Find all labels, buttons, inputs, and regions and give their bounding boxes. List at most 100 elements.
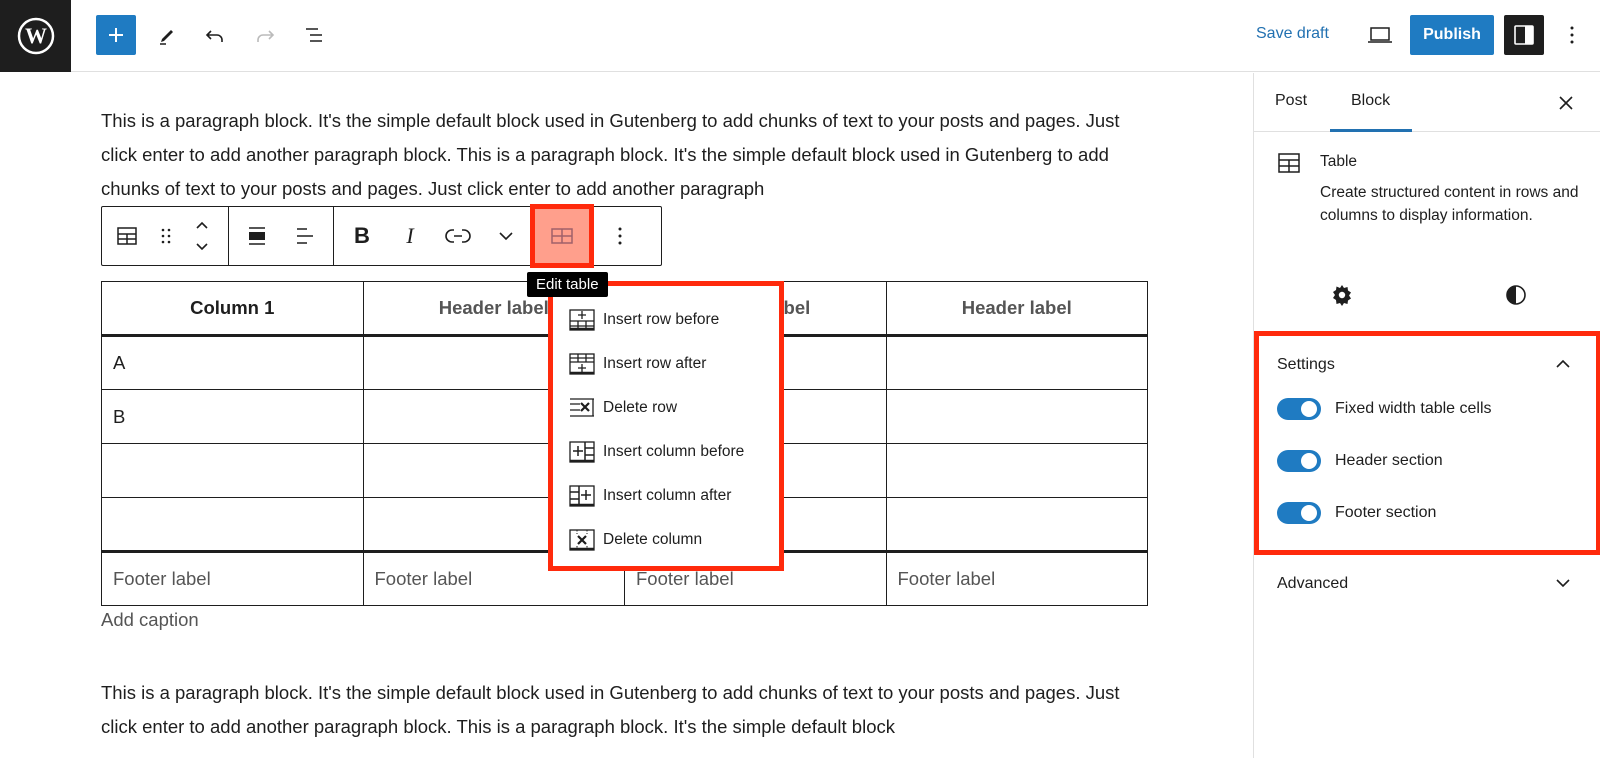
block-inspector-tabs [1254, 283, 1600, 323]
contrast-icon [1506, 285, 1526, 305]
toggle-switch[interactable] [1277, 398, 1321, 420]
settings-sidebar: Post Block Table Create structured conte… [1253, 73, 1600, 758]
paragraph-block[interactable]: This is a paragraph block. It's the simp… [101, 676, 1141, 744]
list-view-button[interactable] [295, 15, 335, 55]
italic-button[interactable]: I [386, 207, 434, 265]
table-row-delete-icon [570, 398, 594, 417]
menu-item-label: Delete column [603, 531, 703, 548]
undo-icon [205, 30, 223, 42]
menu-item-insert-row-after[interactable]: Insert row after [553, 342, 779, 386]
table-column-after-icon [569, 485, 595, 507]
advanced-panel[interactable]: Advanced [1254, 557, 1600, 627]
edit-table-menu: Insert row before Insert row after Delet… [548, 281, 784, 571]
undo-button[interactable] [195, 15, 235, 55]
preview-button[interactable] [1360, 15, 1400, 55]
settings-panel-title[interactable]: Settings [1277, 356, 1335, 374]
add-block-button[interactable] [96, 15, 136, 55]
editor-canvas: This is a paragraph block. It's the simp… [0, 73, 1253, 758]
move-up-down-icon [196, 221, 208, 251]
toolbar-group-block [102, 207, 229, 265]
sidebar-icon [1514, 25, 1534, 45]
pencil-icon [160, 30, 173, 45]
table-cell[interactable] [101, 497, 364, 552]
table-cell[interactable]: B [101, 389, 364, 444]
drag-handle[interactable] [148, 207, 184, 265]
toolbar-group-align [229, 207, 334, 265]
settings-tab[interactable] [1330, 283, 1354, 312]
table-footer-cell[interactable]: Footer label [101, 551, 364, 606]
toggle-switch[interactable] [1277, 450, 1321, 472]
sidebar-tabs: Post Block [1254, 73, 1600, 132]
edit-table-icon [551, 228, 573, 244]
table-header-cell[interactable]: Header label [885, 281, 1148, 336]
styles-tab[interactable] [1504, 283, 1528, 312]
table-icon [1278, 153, 1300, 173]
advanced-panel-title[interactable]: Advanced [1277, 575, 1348, 593]
chevron-up-icon[interactable] [1555, 356, 1571, 372]
redo-button[interactable] [245, 15, 285, 55]
redo-icon [257, 30, 275, 42]
publish-button[interactable]: Publish [1410, 15, 1494, 55]
table-caption-input[interactable]: Add caption [101, 609, 199, 631]
svg-text:W: W [25, 23, 47, 48]
table-cell[interactable] [885, 497, 1148, 552]
wordpress-logo[interactable]: W [0, 0, 71, 72]
table-cell[interactable] [101, 443, 364, 498]
menu-item-label: Insert row after [603, 355, 707, 372]
paragraph-block[interactable]: This is a paragraph block. It's the simp… [101, 104, 1141, 206]
active-tab-indicator [1330, 129, 1412, 132]
gear-icon [1333, 285, 1351, 306]
toggle-switch[interactable] [1277, 502, 1321, 524]
block-type-button[interactable] [106, 207, 148, 265]
toggle-fixed-width-cells[interactable]: Fixed width table cells [1277, 398, 1492, 420]
menu-item-label: Delete row [603, 399, 678, 416]
link-button[interactable] [434, 207, 482, 265]
settings-sidebar-toggle[interactable] [1504, 15, 1544, 55]
table-header-cell[interactable]: Column 1 [101, 281, 364, 336]
table-footer-cell[interactable]: Footer label [885, 551, 1148, 606]
table-cell[interactable]: A [101, 335, 364, 390]
toggle-footer-section[interactable]: Footer section [1277, 502, 1436, 524]
menu-item-delete-column[interactable]: Delete column [553, 518, 779, 562]
laptop-icon [1368, 27, 1392, 43]
move-up-down-button[interactable] [184, 207, 220, 265]
align-text-button[interactable] [281, 207, 329, 265]
tab-block[interactable]: Block [1351, 92, 1390, 110]
bold-icon: B [354, 223, 370, 248]
save-draft-button[interactable]: Save draft [1256, 25, 1329, 43]
toolbar-group-format: B I [334, 204, 650, 268]
close-sidebar-button[interactable] [1554, 91, 1578, 115]
table-icon [117, 227, 137, 245]
more-options-icon [618, 227, 622, 245]
toggle-header-section[interactable]: Header section [1277, 450, 1443, 472]
menu-item-delete-row[interactable]: Delete row [553, 386, 779, 430]
table-column-delete-icon [569, 529, 595, 551]
toggle-label: Header section [1335, 452, 1443, 469]
menu-item-insert-column-before[interactable]: Insert column before [553, 430, 779, 474]
tab-post[interactable]: Post [1275, 92, 1307, 110]
menu-item-insert-row-before[interactable]: Insert row before [553, 298, 779, 342]
bold-button[interactable]: B [338, 207, 386, 265]
menu-item-label: Insert column before [603, 443, 745, 460]
table-cell[interactable] [885, 335, 1148, 390]
toggle-label: Footer section [1335, 504, 1437, 521]
menu-item-label: Insert row before [603, 311, 720, 328]
settings-panel: Settings Fixed width table cells Header … [1254, 331, 1600, 555]
table-row-after-icon [569, 353, 595, 375]
block-options-button[interactable] [594, 207, 646, 265]
block-title: Table [1320, 153, 1358, 170]
align-wide-icon [249, 227, 265, 245]
block-toolbar: B I [101, 204, 662, 268]
edit-table-button[interactable] [530, 204, 594, 268]
menu-item-insert-column-after[interactable]: Insert column after [553, 474, 779, 518]
align-text-icon [297, 228, 313, 244]
tools-button[interactable] [146, 15, 186, 55]
table-cell[interactable] [885, 443, 1148, 498]
options-menu-button[interactable] [1552, 15, 1592, 55]
plus-icon [109, 28, 123, 42]
chevron-down-icon[interactable] [1555, 575, 1571, 591]
table-column-before-icon [569, 441, 595, 463]
more-formats-button[interactable] [482, 207, 530, 265]
align-wide-button[interactable] [233, 207, 281, 265]
table-cell[interactable] [885, 389, 1148, 444]
